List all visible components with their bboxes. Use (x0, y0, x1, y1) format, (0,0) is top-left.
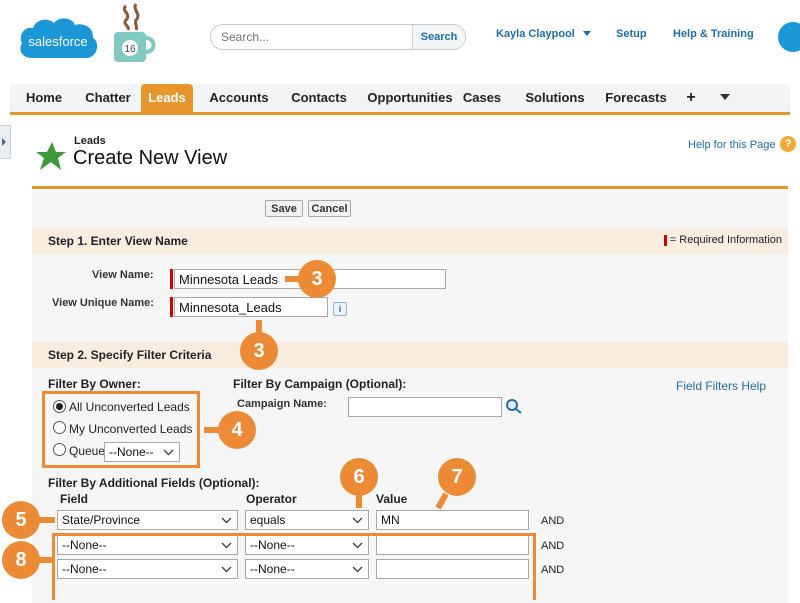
callout-4: 4 (218, 411, 256, 449)
callout-3: 3 (298, 260, 336, 298)
callout-3-unique: 3 (240, 332, 278, 370)
callout-7: 7 (438, 458, 476, 496)
callout-8: 8 (2, 541, 40, 579)
callout-5: 5 (2, 501, 40, 539)
callout-pointers (38, 276, 449, 563)
callout-6: 6 (340, 458, 378, 496)
